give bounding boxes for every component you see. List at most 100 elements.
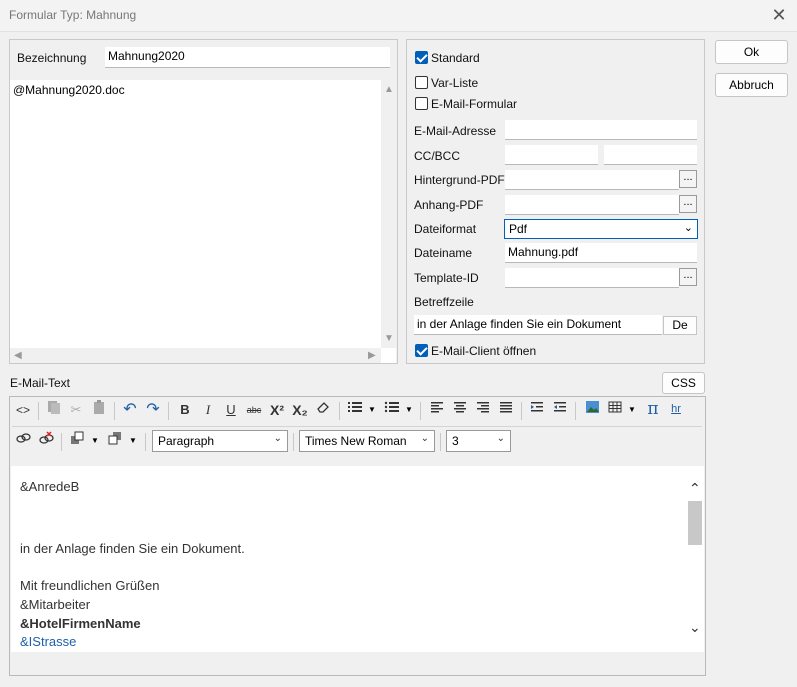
standard-checkbox[interactable] [415,51,428,64]
bezeichnung-input[interactable]: Mahnung2020 [105,47,390,68]
cancel-button[interactable]: Abbruch [715,73,788,97]
strikethrough-icon[interactable]: abc [244,400,264,420]
font-select[interactable]: Times New Roman ⌄ [299,430,435,452]
chevron-down-icon: ⌄ [496,433,505,444]
numbered-list-icon[interactable] [345,400,365,420]
ok-button[interactable]: Ok [715,40,788,64]
editor-scroll-thumb[interactable] [688,501,702,545]
size-select-value: 3 [452,434,459,448]
hintergrund-browse-button[interactable]: ... [679,170,697,188]
format-select-value: Paragraph [158,434,215,448]
send-backward-dropdown-icon[interactable]: ▼ [129,436,137,445]
bullet-list-icon[interactable] [382,400,402,420]
anhang-input[interactable] [505,195,679,215]
chevron-down-icon: ⌄ [273,433,282,444]
subscript-icon[interactable]: X₂ [290,400,310,420]
varliste-label: Var-Liste [431,76,479,90]
toolbar-separator [339,402,340,420]
toolbar-separator [420,402,421,420]
italic-icon[interactable]: I [198,400,218,420]
toolbar-divider [12,426,702,427]
hintergrund-label: Hintergrund-PDF [414,173,505,187]
source-code-icon[interactable]: <> [13,400,33,420]
superscript-icon[interactable]: X² [267,400,287,420]
send-backward-icon[interactable] [105,431,125,451]
image-icon[interactable] [582,400,602,420]
align-justify-icon[interactable] [496,400,516,420]
anhang-label: Anhang-PDF [414,198,484,212]
font-select-value: Times New Roman [305,434,407,448]
outdent-icon[interactable] [550,400,570,420]
template-label: Template-ID [414,271,479,285]
horizontal-rule-icon[interactable]: hr [666,399,686,419]
bring-forward-dropdown-icon[interactable]: ▼ [91,436,99,445]
doc-text-area[interactable] [10,80,396,363]
email-adresse-input[interactable] [505,120,697,140]
varliste-checkbox[interactable] [415,76,428,89]
dateiname-input[interactable]: Mahnung.pdf [505,243,697,263]
paste-icon[interactable] [89,400,109,420]
scroll-down-icon[interactable]: ▼ [384,333,394,344]
dateiformat-value: Pdf [509,222,528,236]
editor-line-strasse: &IStrasse [20,634,77,649]
emailclient-checkbox[interactable] [415,344,428,357]
hintergrund-input[interactable] [505,170,679,190]
indent-icon[interactable] [527,400,547,420]
editor-scroll-up-icon[interactable]: ⌃ [689,480,701,497]
template-browse-button[interactable]: ... [679,268,697,286]
betreff-input[interactable]: in der Anlage finden Sie ein Dokument [414,315,662,335]
bcc-input[interactable] [604,145,697,165]
undo-icon[interactable]: ↶ [120,400,140,420]
close-icon[interactable]: ✕ [769,5,789,25]
editor-line-greeting: Mit freundlichen Grüßen [20,578,160,593]
copy-icon[interactable] [44,400,64,420]
link-icon[interactable] [13,431,33,451]
editor-line-body: in der Anlage finden Sie ein Dokument. [20,541,245,556]
emailformular-label: E-Mail-Formular [431,97,518,111]
numbered-list-dropdown-icon[interactable]: ▼ [368,405,376,414]
cut-icon[interactable]: ✂ [66,400,86,420]
scroll-up-icon[interactable]: ▲ [384,84,394,95]
emailclient-label: E-Mail-Client öffnen [431,344,537,358]
cc-input[interactable] [505,145,598,165]
unlink-icon[interactable] [36,431,56,451]
ccbcc-label: CC/BCC [414,149,461,163]
toolbar-separator [168,402,169,420]
format-select[interactable]: Paragraph ⌄ [152,430,288,452]
anhang-browse-button[interactable]: ... [679,195,697,213]
editor-scroll-down-icon[interactable]: ⌄ [689,619,701,636]
scroll-left-icon[interactable]: ◀ [14,350,22,361]
editor-line-mitarbeiter: &Mitarbeiter [20,597,91,612]
doc-text: @Mahnung2020.doc [13,83,125,97]
size-select[interactable]: 3 ⌄ [446,430,511,452]
align-left-icon[interactable] [427,400,447,420]
emailformular-checkbox[interactable] [415,97,428,110]
eraser-icon[interactable] [313,400,333,420]
pi-icon[interactable]: π [643,399,663,419]
bezeichnung-label: Bezeichnung [17,51,87,65]
table-icon[interactable] [605,400,625,420]
align-center-icon[interactable] [450,400,470,420]
window-title: Formular Typ: Mahnung [9,8,137,22]
dateiformat-select[interactable]: Pdf ⌄ [504,219,698,239]
bold-icon[interactable]: B [175,400,195,420]
underline-icon[interactable]: U [221,400,241,420]
horizontal-scrollbar[interactable] [10,348,381,363]
table-dropdown-icon[interactable]: ▼ [628,405,636,414]
editor-line-anrede: &AnredeB [20,479,80,494]
toolbar-separator [293,433,294,451]
toolbar-separator [145,433,146,451]
toolbar-separator [440,433,441,451]
vertical-scrollbar[interactable] [381,80,396,348]
align-right-icon[interactable] [473,400,493,420]
scroll-right-icon[interactable]: ▶ [368,350,376,361]
standard-label: Standard [431,51,480,65]
dateiformat-label: Dateiformat [414,222,477,236]
language-button[interactable]: De [663,316,697,335]
css-button[interactable]: CSS [662,372,705,394]
toolbar-separator [114,402,115,420]
template-input[interactable] [505,268,679,288]
bullet-list-dropdown-icon[interactable]: ▼ [405,405,413,414]
bring-forward-icon[interactable] [67,431,87,451]
redo-icon[interactable]: ↷ [143,400,163,420]
